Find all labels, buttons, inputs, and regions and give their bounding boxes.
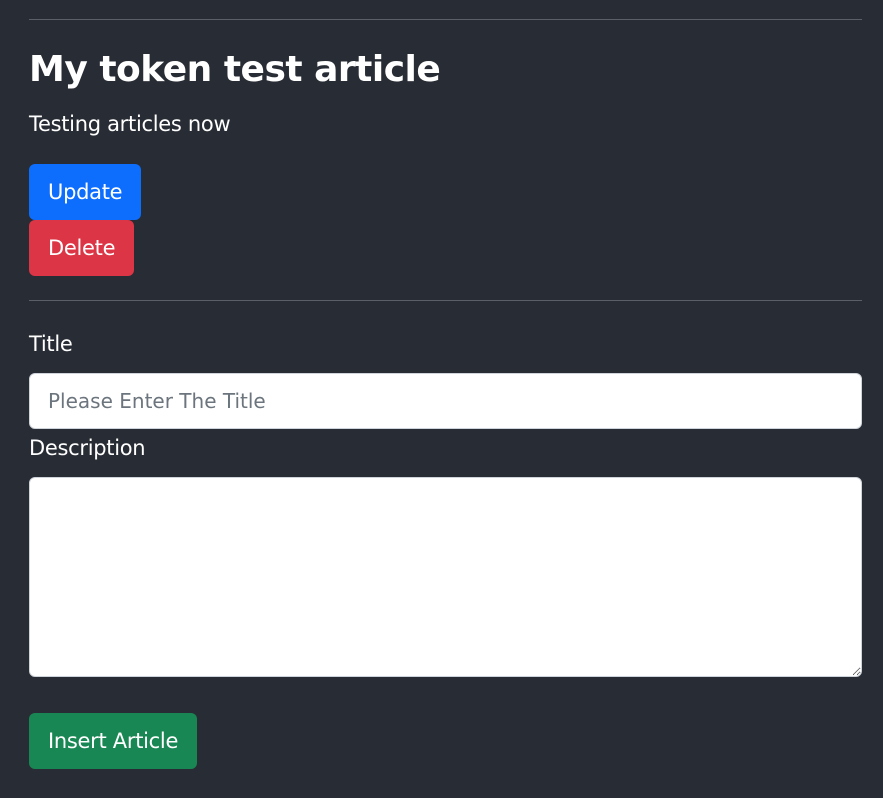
description-label: Description — [29, 436, 146, 460]
update-button[interactable]: Update — [29, 164, 142, 220]
title-label: Title — [29, 332, 73, 356]
page: My token test article Testing articles n… — [0, 0, 883, 798]
title-input[interactable] — [29, 373, 862, 429]
section-divider — [29, 300, 862, 301]
article-title: My token test article — [29, 49, 441, 90]
insert-article-button[interactable]: Insert Article — [29, 713, 198, 769]
description-textarea[interactable] — [29, 477, 862, 677]
article-description: Testing articles now — [29, 112, 231, 136]
delete-button[interactable]: Delete — [29, 220, 135, 276]
top-divider — [29, 19, 862, 20]
